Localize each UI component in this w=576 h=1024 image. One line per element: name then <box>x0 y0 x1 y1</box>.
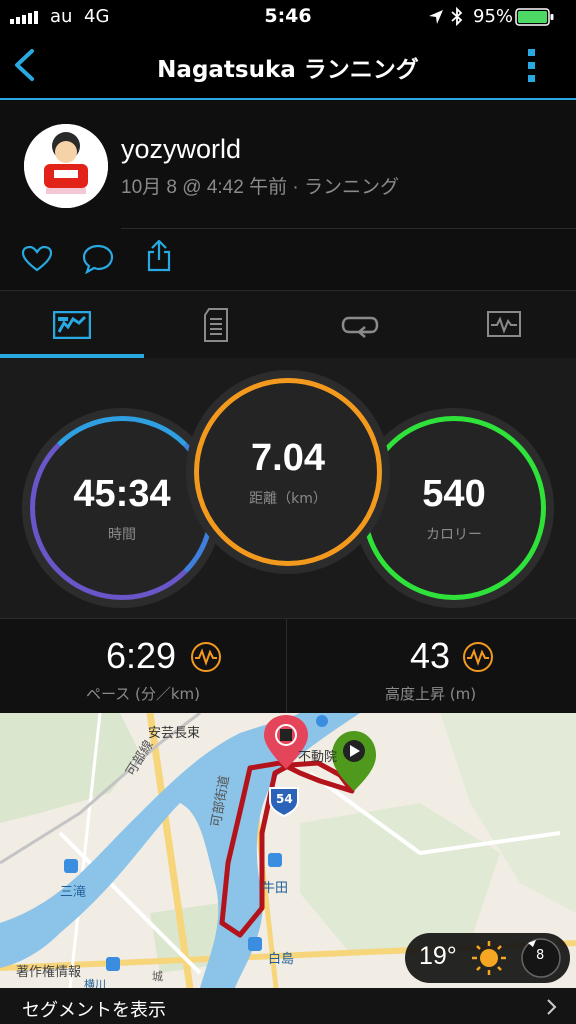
tab-charts[interactable] <box>432 291 576 358</box>
laps-loop-icon <box>341 316 379 338</box>
distance-label: 距離（km） <box>249 490 327 507</box>
elevation-value: 43 <box>410 635 451 676</box>
tab-overview[interactable] <box>0 291 144 358</box>
page-title: Nagatsuka ランニング <box>157 57 419 83</box>
activity-header: yozyworld 10月 8 @ 4:42 午前 · ランニング <box>0 100 576 290</box>
username[interactable]: yozyworld <box>121 134 241 165</box>
document-icon <box>204 307 228 342</box>
secondary-stats: 6:29 ペース (分／km) 43 高度上昇 (m) <box>0 618 576 714</box>
distance-ring: 7.04 距離（km） <box>194 378 382 566</box>
show-segments-row[interactable]: セグメントを表示 <box>0 988 576 1024</box>
calories-value: 540 <box>422 472 486 515</box>
sun-icon <box>472 941 506 975</box>
pace-insight-icon[interactable] <box>190 641 222 673</box>
time-label: 時間 <box>108 526 136 543</box>
elevation-label: 高度上昇 (m) <box>385 685 477 703</box>
status-bar: au 4G 5:46 95% <box>0 0 576 34</box>
stats-overview-icon <box>53 310 91 339</box>
nav-bar: Nagatsuka ランニング <box>0 34 576 100</box>
time-ring: 45:34 時間 <box>30 416 214 600</box>
map-copyright-link[interactable]: 著作権情報 <box>16 961 81 980</box>
calories-ring: 540 カロリー <box>362 416 546 600</box>
map-label-hakushima: 白島 <box>268 952 295 967</box>
route-map[interactable]: 安芸長束 可部線 可部街道 不動院 54 牛田 三滝 白島 著作権情報 横川 城… <box>0 713 576 988</box>
map-label-yokogawa: 横川 <box>84 978 106 988</box>
distance-value: 7.04 <box>251 436 325 479</box>
show-segments-label: セグメントを表示 <box>22 1000 166 1021</box>
divider <box>121 228 576 229</box>
more-options-icon[interactable] <box>526 47 538 83</box>
activity-meta: 10月 8 @ 4:42 午前 · ランニング <box>121 177 399 198</box>
map-label-ushita: 牛田 <box>262 881 289 896</box>
wind-speed: 8 <box>536 948 545 963</box>
battery-icon <box>515 8 554 26</box>
like-heart-icon[interactable] <box>22 246 52 272</box>
map-label-shiro: 城 <box>152 970 163 983</box>
avatar[interactable] <box>24 124 108 208</box>
battery-percent: 95% <box>473 6 514 27</box>
bluetooth-icon <box>451 7 463 26</box>
weather-widget[interactable]: 19° 8 <box>405 933 570 983</box>
map-label-aki: 安芸長束 <box>148 726 201 741</box>
tab-bar <box>0 290 576 359</box>
route-number: 54 <box>276 792 293 806</box>
stats-divider <box>286 619 287 714</box>
map-label-fudoin: 不動院 <box>298 750 338 765</box>
pace-label: ペース (分／km) <box>86 685 201 703</box>
chart-monitor-icon <box>487 310 521 337</box>
avatar-image <box>24 124 108 208</box>
elevation-insight-icon[interactable] <box>462 641 494 673</box>
chevron-right-icon <box>547 999 557 1015</box>
pace-value: 6:29 <box>106 635 177 676</box>
time-value: 45:34 <box>73 472 171 515</box>
location-icon <box>429 10 443 24</box>
comment-icon[interactable] <box>82 244 114 274</box>
map-label-mitaki: 三滝 <box>60 885 87 900</box>
tab-details[interactable] <box>144 291 288 358</box>
stats-panel: 45:34 時間 540 カロリー 7.04 距離（km） <box>0 358 576 618</box>
calories-label: カロリー <box>426 526 482 543</box>
weather-temp: 19° <box>419 942 457 970</box>
tab-laps[interactable] <box>288 291 432 358</box>
share-icon[interactable] <box>146 240 172 272</box>
